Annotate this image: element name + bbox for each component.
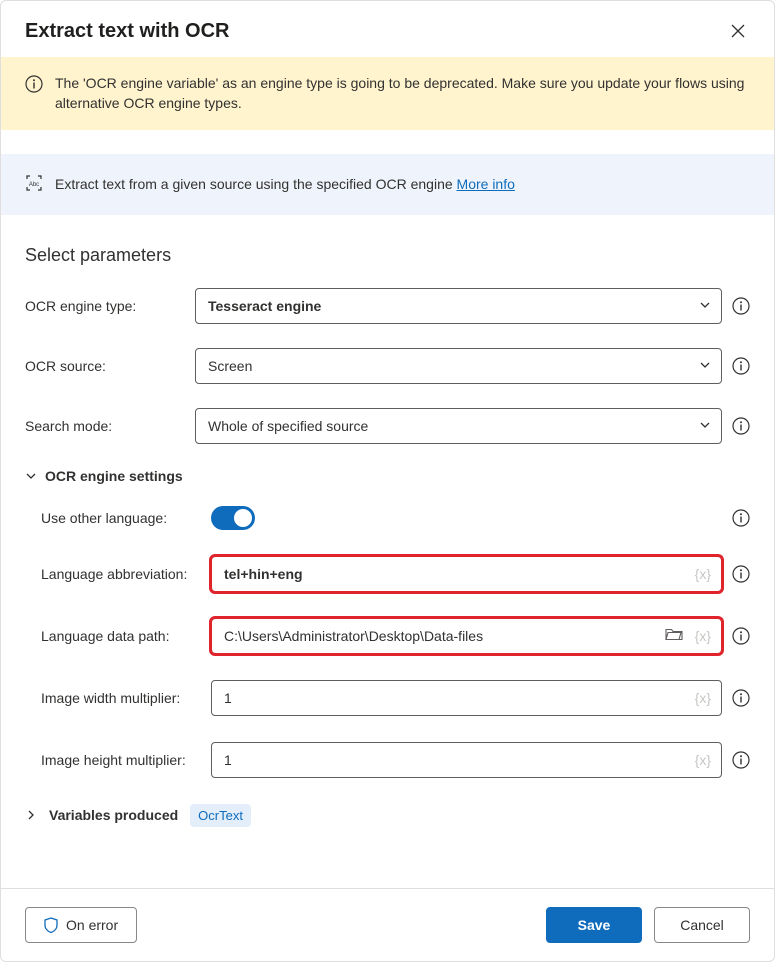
toggle-use-other-language[interactable] — [211, 506, 255, 530]
collapse-engine-settings-label: OCR engine settings — [45, 468, 183, 484]
on-error-label: On error — [66, 917, 118, 933]
variable-placeholder-icon[interactable]: {x} — [695, 628, 711, 644]
label-width-mult: Image width multiplier: — [41, 690, 211, 706]
select-search-mode-value: Whole of specified source — [208, 418, 368, 434]
close-button[interactable] — [726, 19, 750, 43]
cancel-label: Cancel — [680, 917, 724, 933]
label-engine-type: OCR engine type: — [25, 298, 195, 314]
label-lang-path: Language data path: — [41, 628, 211, 644]
dialog: Extract text with OCR The 'OCR engine va… — [0, 0, 775, 962]
dialog-footer: On error Save Cancel — [1, 888, 774, 961]
row-engine-type: OCR engine type: Tesseract engine — [25, 288, 750, 324]
label-ocr-source: OCR source: — [25, 358, 195, 374]
toggle-knob — [234, 509, 252, 527]
action-description: Abc Extract text from a given source usi… — [1, 154, 774, 215]
input-width-mult[interactable]: 1 {x} — [211, 680, 722, 716]
info-lang-abbrev[interactable] — [732, 565, 750, 583]
shield-icon — [44, 917, 58, 933]
select-engine-type-value: Tesseract engine — [208, 298, 321, 314]
label-height-mult: Image height multiplier: — [41, 752, 211, 768]
info-height-mult[interactable] — [732, 751, 750, 769]
row-ocr-source: OCR source: Screen — [25, 348, 750, 384]
close-icon — [731, 24, 745, 38]
chevron-down-icon — [699, 418, 711, 434]
engine-settings-body: Use other language: Language abbreviatio… — [25, 506, 750, 778]
info-width-mult[interactable] — [732, 689, 750, 707]
collapse-variables-produced[interactable]: Variables produced OcrText — [25, 804, 750, 827]
section-title: Select parameters — [25, 245, 750, 266]
chevron-down-icon — [699, 298, 711, 314]
select-search-mode[interactable]: Whole of specified source — [195, 408, 722, 444]
collapse-engine-settings[interactable]: OCR engine settings — [25, 468, 750, 484]
input-width-mult-value: 1 — [224, 690, 232, 706]
row-height-mult: Image height multiplier: 1 {x} — [41, 742, 750, 778]
label-lang-abbrev: Language abbreviation: — [41, 566, 211, 582]
info-ocr-source[interactable] — [732, 357, 750, 375]
row-lang-path: Language data path: C:\Users\Administrat… — [41, 618, 750, 654]
input-lang-path-value: C:\Users\Administrator\Desktop\Data-file… — [224, 628, 483, 644]
input-lang-abbrev-value: tel+hin+eng — [224, 566, 303, 582]
cancel-button[interactable]: Cancel — [654, 907, 750, 943]
svg-text:Abc: Abc — [29, 182, 39, 188]
info-search-mode[interactable] — [732, 417, 750, 435]
row-use-other-language: Use other language: — [41, 506, 750, 530]
input-height-mult[interactable]: 1 {x} — [211, 742, 722, 778]
variable-placeholder-icon[interactable]: {x} — [695, 566, 711, 582]
row-width-mult: Image width multiplier: 1 {x} — [41, 680, 750, 716]
input-height-mult-value: 1 — [224, 752, 232, 768]
info-use-other-language[interactable] — [732, 509, 750, 527]
save-button[interactable]: Save — [546, 907, 642, 943]
chevron-down-icon — [699, 358, 711, 374]
browse-folder-icon[interactable] — [665, 627, 683, 644]
chevron-right-icon — [25, 809, 37, 821]
row-search-mode: Search mode: Whole of specified source — [25, 408, 750, 444]
info-lang-path[interactable] — [732, 627, 750, 645]
deprecation-warning: The 'OCR engine variable' as an engine t… — [1, 57, 774, 130]
save-label: Save — [578, 917, 611, 933]
description-text: Extract text from a given source using t… — [55, 176, 515, 192]
chevron-down-icon — [25, 470, 37, 482]
variable-placeholder-icon[interactable]: {x} — [695, 752, 711, 768]
row-lang-abbrev: Language abbreviation: tel+hin+eng {x} — [41, 556, 750, 592]
info-engine-type[interactable] — [732, 297, 750, 315]
label-search-mode: Search mode: — [25, 418, 195, 434]
select-ocr-source-value: Screen — [208, 358, 252, 374]
select-engine-type[interactable]: Tesseract engine — [195, 288, 722, 324]
variable-placeholder-icon[interactable]: {x} — [695, 690, 711, 706]
variables-produced-label: Variables produced — [49, 807, 178, 823]
dialog-header: Extract text with OCR — [1, 1, 774, 57]
more-info-link[interactable]: More info — [457, 176, 515, 192]
label-use-other-language: Use other language: — [41, 510, 211, 526]
variable-badge-ocrtext[interactable]: OcrText — [190, 804, 251, 827]
input-lang-path[interactable]: C:\Users\Administrator\Desktop\Data-file… — [211, 618, 722, 654]
form-content: Select parameters OCR engine type: Tesse… — [1, 215, 774, 888]
dialog-title: Extract text with OCR — [25, 20, 229, 43]
ocr-icon: Abc — [25, 174, 43, 195]
input-lang-abbrev[interactable]: tel+hin+eng {x} — [211, 556, 722, 592]
select-ocr-source[interactable]: Screen — [195, 348, 722, 384]
on-error-button[interactable]: On error — [25, 907, 137, 943]
warning-text: The 'OCR engine variable' as an engine t… — [55, 73, 750, 114]
info-icon — [25, 75, 43, 98]
